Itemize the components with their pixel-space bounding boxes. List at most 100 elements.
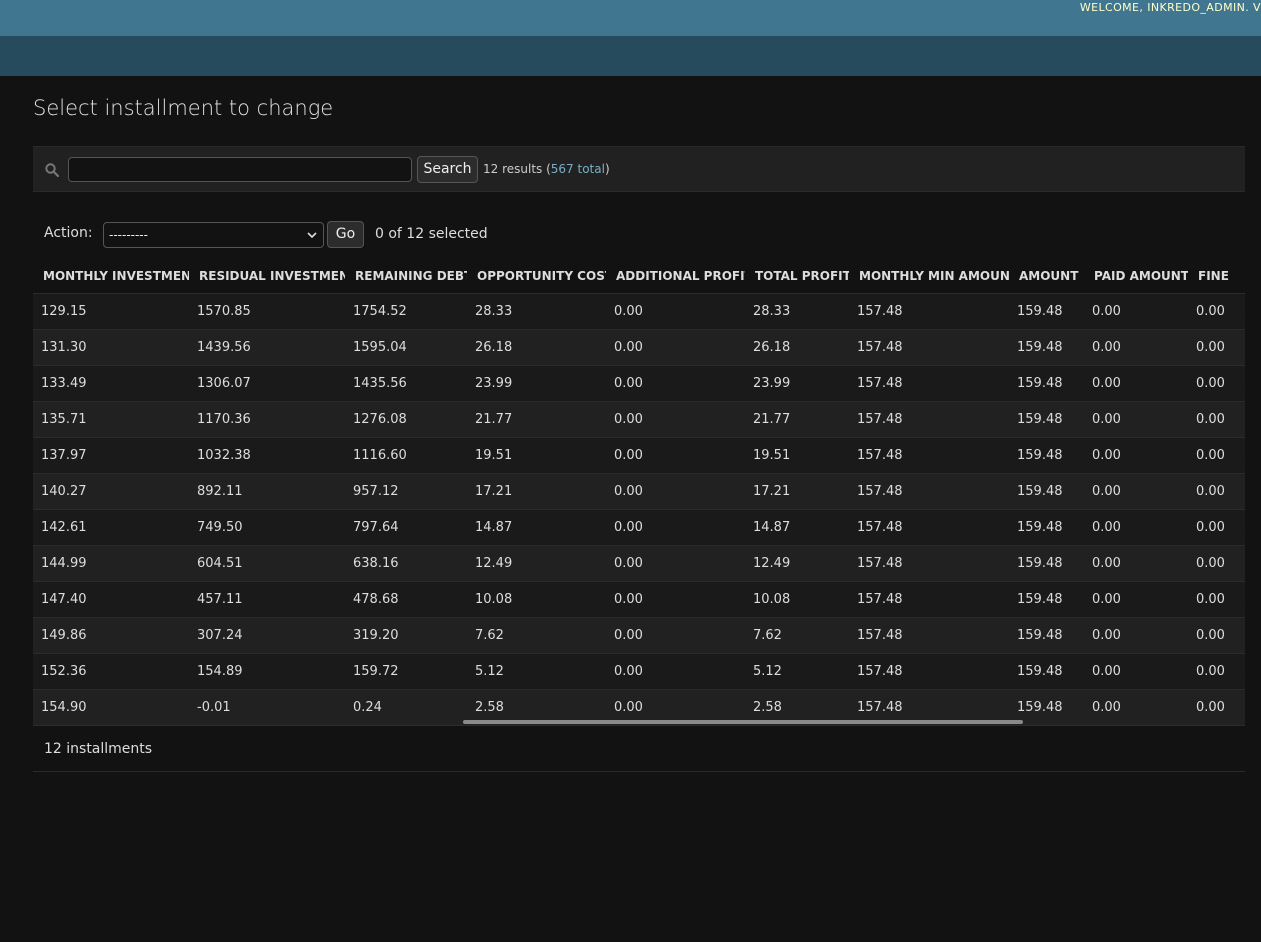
table-cell: 26.18 (745, 329, 849, 366)
table-cell: 0.00 (1084, 329, 1188, 366)
table-cell: 10.08 (745, 581, 849, 618)
table-cell: 2 (1236, 365, 1245, 402)
table-cell: 0.00 (1188, 401, 1236, 438)
table-cell: 0.00 (606, 401, 745, 438)
table-cell: 157.48 (849, 401, 1009, 438)
column-header[interactable]: REMAINING DEBT (345, 259, 467, 294)
column-header[interactable]: AMOUNT (1009, 259, 1084, 294)
table-cell: 157.48 (849, 581, 1009, 618)
table-cell: 17.21 (467, 473, 606, 510)
column-header[interactable]: TOTAL PROFIT (745, 259, 849, 294)
column-header[interactable]: OPPORTUNITY COST (467, 259, 606, 294)
table-cell[interactable]: 137.97 (33, 437, 189, 474)
table-cell: 0.00 (1188, 293, 1236, 330)
table-cell: 157.48 (849, 437, 1009, 474)
search-button[interactable]: Search (417, 156, 478, 183)
table-cell: 10.08 (467, 581, 606, 618)
table-cell[interactable]: 133.49 (33, 365, 189, 402)
table-cell: 14.87 (745, 509, 849, 546)
table-row[interactable]: 149.86 307.24 319.20 7.62 0.00 7.62 157.48 159.… (33, 617, 1245, 654)
table-row[interactable]: 152.36 154.89 159.72 5.12 0.00 5.12 157.48 159.… (33, 653, 1245, 690)
table-cell[interactable]: 149.86 (33, 617, 189, 654)
table-cell: 0.00 (1188, 473, 1236, 510)
table-cell[interactable]: 154.90 (33, 689, 189, 726)
action-select[interactable]: --------- (103, 222, 324, 248)
table-cell: 159.48 (1009, 545, 1084, 582)
table-cell: 2 (1236, 653, 1245, 690)
table-row[interactable]: 135.71 1170.36 1276.08 21.77 0.00 21.77 157.48… (33, 401, 1245, 438)
table-cell: 0.00 (606, 617, 745, 654)
table-cell: 157.48 (849, 329, 1009, 366)
table-cell: 2 (1236, 509, 1245, 546)
table-cell: 0.00 (1084, 509, 1188, 546)
table-cell: 0.00 (1084, 689, 1188, 726)
table-cell: 7.62 (467, 617, 606, 654)
column-header[interactable]: ADDITIONAL PROFIT (606, 259, 745, 294)
table-cell[interactable]: 152.36 (33, 653, 189, 690)
column-header[interactable]: MONTHLY MIN AMOUNT (849, 259, 1009, 294)
horizontal-scrollbar[interactable] (463, 720, 1023, 724)
column-header[interactable]: PAID AMOUNT (1084, 259, 1188, 294)
table-row[interactable]: 133.49 1306.07 1435.56 23.99 0.00 23.99 157.48… (33, 365, 1245, 402)
table-cell[interactable]: 131.30 (33, 329, 189, 366)
search-input[interactable] (68, 157, 412, 182)
show-all-link[interactable]: 567 total (551, 162, 605, 176)
table-cell[interactable]: 135.71 (33, 401, 189, 438)
go-button[interactable]: Go (327, 221, 364, 248)
table-cell: 28.33 (467, 293, 606, 330)
table-row[interactable]: 144.99 604.51 638.16 12.49 0.00 12.49 157.48 15… (33, 545, 1245, 582)
table-row[interactable]: 142.61 749.50 797.64 14.87 0.00 14.87 157.48 15… (33, 509, 1245, 546)
table-cell[interactable]: 147.40 (33, 581, 189, 618)
table-cell: 0.00 (606, 509, 745, 546)
table-row[interactable]: 129.15 1570.85 1754.52 28.33 0.00 28.33 157.48… (33, 293, 1245, 330)
table-cell: 2 (1236, 617, 1245, 654)
table-cell: 159.48 (1009, 401, 1084, 438)
installments-count: 12 installments (44, 741, 153, 757)
table-cell: 2 (1236, 329, 1245, 366)
table-cell: 23.99 (467, 365, 606, 402)
table-cell[interactable]: 140.27 (33, 473, 189, 510)
column-header[interactable]: RESIDUAL INVESTMENT (189, 259, 345, 294)
table-cell: 478.68 (345, 581, 467, 618)
table-cell: 14.87 (467, 509, 606, 546)
table-cell: 157.48 (849, 365, 1009, 402)
table-cell: 157.48 (849, 617, 1009, 654)
table-cell: 1570.85 (189, 293, 345, 330)
table-cell: 0.00 (1084, 473, 1188, 510)
table-cell: 0.00 (1188, 509, 1236, 546)
column-header[interactable]: FINE (1188, 259, 1236, 294)
table-cell: 1032.38 (189, 437, 345, 474)
table-cell: 307.24 (189, 617, 345, 654)
table-cell: 797.64 (345, 509, 467, 546)
action-label: Action: (44, 225, 93, 241)
table-cell: 0.00 (1084, 365, 1188, 402)
table-cell: 159.72 (345, 653, 467, 690)
table-cell: 159.48 (1009, 581, 1084, 618)
user-tools: WELCOME, INKREDO_ADMIN. V (1080, 0, 1261, 16)
table-cell: 2 (1236, 473, 1245, 510)
table-cell: 159.48 (1009, 653, 1084, 690)
table-cell[interactable]: 142.61 (33, 509, 189, 546)
table-row[interactable]: 140.27 892.11 957.12 17.21 0.00 17.21 157.48 15… (33, 473, 1245, 510)
paginator: 12 installments (33, 730, 1245, 772)
table-row[interactable]: 137.97 1032.38 1116.60 19.51 0.00 19.51 157.48… (33, 437, 1245, 474)
table-cell[interactable]: 129.15 (33, 293, 189, 330)
column-header[interactable]: MONTHLY INVESTMENT (33, 259, 189, 294)
table-cell: 638.16 (345, 545, 467, 582)
table-row[interactable]: 147.40 457.11 478.68 10.08 0.00 10.08 157.48 15… (33, 581, 1245, 618)
table-cell: 2 (1236, 689, 1245, 726)
table-cell: 0.00 (1084, 653, 1188, 690)
table-cell: 26.18 (467, 329, 606, 366)
results-table-container[interactable]: MONTHLY INVESTMENT RESIDUAL INVESTMENT REM… (33, 259, 1245, 726)
result-count-suffix: ) (604, 162, 610, 176)
table-cell: 0.00 (1188, 689, 1236, 726)
table-cell: 0.00 (606, 581, 745, 618)
table-cell: 1435.56 (345, 365, 467, 402)
table-row[interactable]: 131.30 1439.56 1595.04 26.18 0.00 26.18 157.48… (33, 329, 1245, 366)
page-title: Select installment to change (33, 96, 334, 120)
table-cell: 0.00 (1188, 329, 1236, 366)
welcome-text: WELCOME, INKREDO_ADMIN. V (1079, 1, 1261, 14)
table-cell: 0.00 (1084, 581, 1188, 618)
table-cell[interactable]: 144.99 (33, 545, 189, 582)
column-header[interactable] (1236, 259, 1245, 294)
